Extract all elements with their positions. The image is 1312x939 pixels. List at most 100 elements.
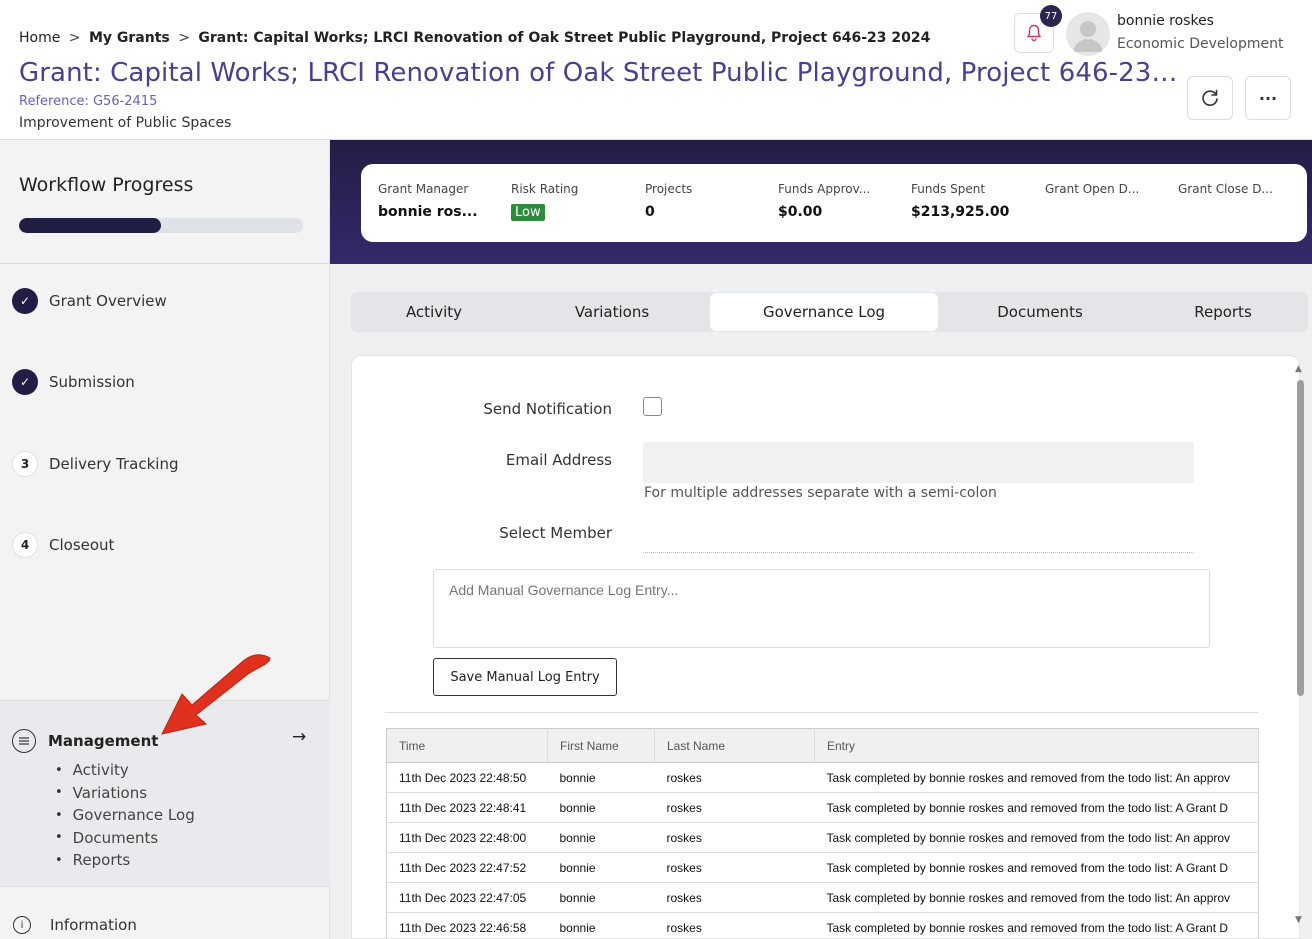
management-item-activity[interactable]: Activity [55, 759, 195, 782]
cell-time: 11th Dec 2023 22:47:05 [386, 882, 548, 913]
table-row[interactable]: 11th Dec 2023 22:46:58 bonnie roskes Tas… [386, 912, 1259, 938]
stat-label: Risk Rating [511, 182, 579, 196]
sidebar-item-information[interactable]: i Information [12, 916, 137, 934]
grant-banner: Grant Manager bonnie ros... Risk Rating … [330, 140, 1312, 264]
vertical-scrollbar[interactable]: ▲ ▼ [1294, 362, 1306, 938]
email-help-text: For multiple addresses separate with a s… [644, 485, 997, 501]
breadcrumb-home[interactable]: Home [19, 30, 60, 46]
information-label: Information [50, 916, 137, 934]
stat-value: $0.00 [778, 204, 823, 220]
select-member-field[interactable] [643, 552, 1194, 553]
cell-last-name: roskes [654, 792, 815, 823]
column-header-last-name[interactable]: Last Name [654, 728, 815, 763]
risk-badge: Low [511, 204, 545, 221]
tab-reports[interactable]: Reports [1138, 292, 1308, 332]
save-manual-log-button[interactable]: Save Manual Log Entry [433, 658, 617, 696]
stat-label: Funds Approv... [778, 182, 871, 196]
table-row[interactable]: 11th Dec 2023 22:48:41 bonnie roskes Tas… [386, 792, 1259, 823]
management-header[interactable]: Management [12, 729, 158, 753]
arrow-right-icon[interactable]: → [292, 727, 306, 747]
refresh-button[interactable] [1187, 76, 1233, 120]
tab-governance-log[interactable]: Governance Log [710, 293, 938, 331]
step-submission[interactable]: ✓ Submission [12, 369, 135, 395]
management-item-governance-log[interactable]: Governance Log [55, 804, 195, 827]
breadcrumb-my-grants[interactable]: My Grants [89, 30, 170, 46]
user-name: bonnie roskes [1117, 13, 1214, 29]
table-row[interactable]: 11th Dec 2023 22:48:50 bonnie roskes Tas… [386, 762, 1259, 793]
cell-first-name: bonnie [547, 762, 655, 793]
column-header-first-name[interactable]: First Name [547, 728, 655, 763]
cell-time: 11th Dec 2023 22:48:50 [386, 762, 548, 793]
stat-label: Projects [645, 182, 693, 196]
tab-activity[interactable]: Activity [351, 292, 517, 332]
stat-label: Funds Spent [911, 182, 986, 196]
person-icon [1073, 21, 1103, 52]
main-content: Grant Manager bonnie ros... Risk Rating … [330, 140, 1312, 939]
cell-entry: Task completed by bonnie roskes and remo… [814, 852, 1259, 883]
column-header-entry[interactable]: Entry [814, 728, 1259, 763]
stat-grant-open-date: Grant Open D... [1045, 182, 1165, 204]
more-options-button[interactable]: ··· [1245, 76, 1291, 120]
breadcrumb-current: Grant: Capital Works; LRCI Renovation of… [198, 30, 931, 46]
tab-documents[interactable]: Documents [947, 292, 1133, 332]
send-notification-label: Send Notification [483, 400, 612, 418]
email-address-label: Email Address [505, 451, 612, 469]
management-item-reports[interactable]: Reports [55, 849, 195, 872]
stat-risk-rating: Risk Rating Low [511, 182, 631, 221]
scrollbar-thumb[interactable] [1297, 380, 1304, 696]
management-label: Management [48, 732, 159, 750]
step-label: Submission [49, 373, 135, 391]
check-icon: ✓ [12, 369, 38, 395]
panel-divider [385, 712, 1258, 713]
cell-first-name: bonnie [547, 792, 655, 823]
stats-card: Grant Manager bonnie ros... Risk Rating … [361, 164, 1307, 242]
column-header-time[interactable]: Time [386, 728, 548, 763]
left-sidebar: Workflow Progress ✓ Grant Overview ✓ Sub… [0, 140, 330, 939]
step-label: Delivery Tracking [49, 455, 179, 473]
scroll-down-icon[interactable]: ▼ [1295, 915, 1302, 925]
manual-log-entry-textarea[interactable] [433, 569, 1210, 648]
step-closeout[interactable]: 4 Closeout [12, 532, 114, 558]
step-delivery-tracking[interactable]: 3 Delivery Tracking [12, 451, 178, 477]
user-avatar[interactable] [1066, 12, 1110, 56]
stat-value: 0 [645, 204, 655, 220]
cell-time: 11th Dec 2023 22:48:41 [386, 792, 548, 823]
sidebar-divider [0, 263, 330, 264]
stat-label: Grant Open D... [1045, 182, 1140, 196]
grant-reference: Reference: G56-2415 [19, 94, 158, 109]
cell-last-name: roskes [654, 762, 815, 793]
step-label: Grant Overview [49, 292, 167, 310]
table-row[interactable]: 11th Dec 2023 22:48:00 bonnie roskes Tas… [386, 822, 1259, 853]
cell-first-name: bonnie [547, 822, 655, 853]
info-icon: i [13, 916, 31, 934]
table-row[interactable]: 11th Dec 2023 22:47:05 bonnie roskes Tas… [386, 882, 1259, 913]
cell-last-name: roskes [654, 822, 815, 853]
red-annotation-arrow [161, 654, 271, 735]
table-row[interactable]: 11th Dec 2023 22:47:52 bonnie roskes Tas… [386, 852, 1259, 883]
sliders-icon [12, 729, 36, 753]
stat-projects: Projects 0 [645, 182, 765, 220]
management-item-documents[interactable]: Documents [55, 827, 195, 850]
cell-time: 11th Dec 2023 22:47:52 [386, 852, 548, 883]
cell-last-name: roskes [654, 882, 815, 913]
cell-time: 11th Dec 2023 22:46:58 [386, 912, 548, 938]
management-list: Activity Variations Governance Log Docum… [55, 759, 195, 872]
scroll-up-icon[interactable]: ▲ [1295, 364, 1302, 374]
page-title: Grant: Capital Works; LRCI Renovation of… [19, 58, 1179, 88]
management-item-variations[interactable]: Variations [55, 782, 195, 805]
email-address-input[interactable] [643, 442, 1194, 483]
page-header: Home > My Grants > Grant: Capital Works;… [0, 0, 1312, 140]
workflow-progress-title: Workflow Progress [19, 174, 194, 196]
stat-value: bonnie ros... [378, 204, 478, 220]
stat-label: Grant Manager [378, 182, 469, 196]
step-grant-overview[interactable]: ✓ Grant Overview [12, 288, 167, 314]
workflow-progress-bar [19, 218, 303, 233]
stat-grant-manager: Grant Manager bonnie ros... [378, 182, 498, 220]
bell-icon [1026, 24, 1042, 42]
tab-variations[interactable]: Variations [523, 292, 701, 332]
cell-time: 11th Dec 2023 22:48:00 [386, 822, 548, 853]
stat-value: $213,925.00 [911, 204, 1010, 220]
check-icon: ✓ [12, 288, 38, 314]
notification-count-badge: 77 [1040, 5, 1062, 27]
send-notification-checkbox[interactable] [643, 397, 662, 416]
